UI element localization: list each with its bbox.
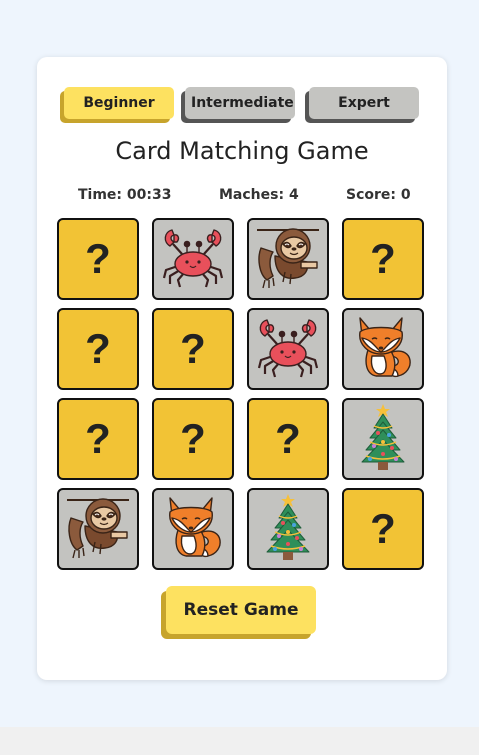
question-mark: ? xyxy=(180,415,206,462)
memory-card[interactable] xyxy=(342,398,424,480)
matches-counter: Maches: 4 xyxy=(219,187,299,203)
memory-card[interactable]: ? xyxy=(342,488,424,570)
memory-card[interactable]: ? xyxy=(152,398,234,480)
fox-icon xyxy=(348,312,418,386)
memory-card[interactable] xyxy=(152,218,234,300)
memory-card[interactable] xyxy=(247,218,329,300)
sloth-icon xyxy=(63,492,133,566)
reset-game-button[interactable]: Reset Game xyxy=(166,586,316,634)
christmas-tree-icon xyxy=(348,402,418,476)
crab-icon xyxy=(253,312,323,386)
memory-card[interactable]: ? xyxy=(57,398,139,480)
card-grid: ? ? ? ? ? ? ? ? xyxy=(57,218,427,572)
memory-card[interactable] xyxy=(342,308,424,390)
question-mark: ? xyxy=(85,415,111,462)
memory-card[interactable] xyxy=(152,488,234,570)
question-mark: ? xyxy=(370,235,396,282)
memory-card[interactable] xyxy=(247,488,329,570)
page-footer-strip xyxy=(0,727,479,755)
level-beginner-button[interactable]: Beginner xyxy=(64,87,174,119)
game-panel: Beginner Intermediate Expert Card Matchi… xyxy=(37,57,447,680)
question-mark: ? xyxy=(370,505,396,552)
memory-card[interactable]: ? xyxy=(342,218,424,300)
fox-icon xyxy=(158,492,228,566)
game-title: Card Matching Game xyxy=(115,137,369,165)
christmas-tree-icon xyxy=(253,492,323,566)
memory-card[interactable] xyxy=(247,308,329,390)
level-intermediate-button[interactable]: Intermediate xyxy=(185,87,295,119)
memory-card[interactable]: ? xyxy=(57,218,139,300)
memory-card[interactable]: ? xyxy=(152,308,234,390)
memory-card[interactable] xyxy=(57,488,139,570)
sloth-icon xyxy=(253,222,323,296)
crab-icon xyxy=(158,222,228,296)
question-mark: ? xyxy=(85,325,111,372)
question-mark: ? xyxy=(275,415,301,462)
timer-display: Time: 00:33 xyxy=(78,187,172,203)
question-mark: ? xyxy=(180,325,206,372)
level-expert-button[interactable]: Expert xyxy=(309,87,419,119)
question-mark: ? xyxy=(85,235,111,282)
memory-card[interactable]: ? xyxy=(57,308,139,390)
memory-card[interactable]: ? xyxy=(247,398,329,480)
score-display: Score: 0 xyxy=(346,187,411,203)
